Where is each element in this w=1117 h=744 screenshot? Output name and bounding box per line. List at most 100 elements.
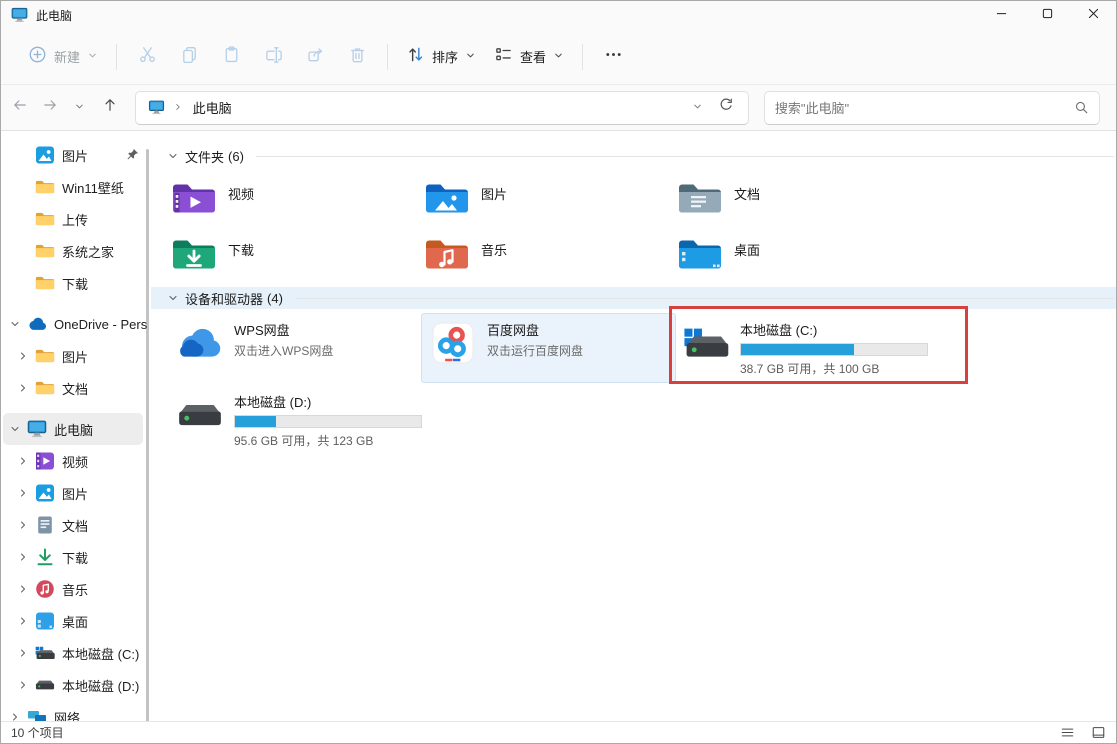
chevron-right-icon[interactable] [17,350,35,362]
chevron-down-icon[interactable] [9,318,27,330]
folder-tile-下载[interactable]: 下载 [169,231,422,277]
rename-button[interactable] [252,39,294,75]
chevron-right-icon[interactable] [17,615,35,627]
this-pc-icon [148,100,165,115]
chevron-right-icon[interactable] [9,711,27,721]
sidebar-item-本地磁盘 (C:)[interactable]: 本地磁盘 (C:) [1,637,151,669]
share-button[interactable] [294,39,336,75]
folder-tile-音乐[interactable]: 音乐 [422,231,675,277]
large-icons-view-button[interactable] [1091,725,1106,740]
sidebar-item-系统之家[interactable]: 系统之家 [1,235,151,267]
this-pc-icon [11,7,28,23]
folder-tile-桌面[interactable]: 桌面 [675,231,928,277]
sidebar-item-label: 文档 [62,379,88,398]
device-tile-本地磁盘 (C:)[interactable]: 本地磁盘 (C:)38.7 GB 可用，共 100 GB [675,314,928,382]
folder-icon [35,241,55,261]
plus-circle-icon [28,45,47,69]
sidebar-item-上传[interactable]: 上传 [1,203,151,235]
sidebar-item-图片[interactable]: 图片 [1,340,151,372]
maximize-button[interactable] [1024,1,1070,29]
chevron-down-icon [553,48,564,66]
chevron-right-icon[interactable] [17,551,35,563]
sidebar-item-label: 本地磁盘 (D:) [62,676,139,695]
refresh-button[interactable] [712,92,740,124]
chevron-right-icon[interactable] [17,647,35,659]
sidebar-item-下载[interactable]: 下载 [1,267,151,299]
sidebar-item-label: Win11壁纸 [62,178,124,197]
video-folder-icon [171,179,217,218]
address-dropdown-button[interactable] [684,92,712,124]
folder-icon [35,346,55,366]
forward-button[interactable] [35,92,65,124]
chevron-right-icon[interactable] [17,455,35,467]
chevron-right-icon[interactable] [17,583,35,595]
section-header-文件夹[interactable]: 文件夹(6) [151,145,1116,167]
sidebar-item-图片[interactable]: 图片 [1,139,151,171]
device-tile-WPS网盘[interactable]: WPS网盘双击进入WPS网盘 [169,314,422,382]
sidebar-item-label: 下载 [62,548,88,567]
cut-button[interactable] [126,39,168,75]
chevron-right-icon[interactable] [17,679,35,691]
device-tile-info: WPS网盘双击进入WPS网盘 [234,319,333,359]
sidebar-item-下载[interactable]: 下载 [1,541,151,573]
sidebar-item-音乐[interactable]: 音乐 [1,573,151,605]
sidebar-item-视频[interactable]: 视频 [1,445,151,477]
chevron-down-icon[interactable] [167,292,179,304]
device-subtitle: 双击运行百度网盘 [487,342,583,359]
sidebar-item-网络[interactable]: 网络 [1,701,151,721]
pin-icon [126,148,139,161]
close-icon [1088,6,1099,24]
sidebar-item-Win11壁纸[interactable]: Win11壁纸 [1,171,151,203]
sidebar: 图片Win11壁纸上传系统之家下载OneDrive - Pers图片文档此电脑视… [1,131,151,721]
sidebar-item-图片[interactable]: 图片 [1,477,151,509]
sidebar-item-此电脑[interactable]: 此电脑 [3,413,143,445]
sidebar-item-文档[interactable]: 文档 [1,509,151,541]
paste-button[interactable] [210,39,252,75]
chevron-right-icon[interactable] [17,382,35,394]
sidebar-item-label: 网络 [54,708,80,722]
delete-button[interactable] [336,39,378,75]
recent-locations-button[interactable] [65,92,95,124]
tile-label: 图片 [481,184,507,203]
see-more-button[interactable] [592,39,634,75]
folder-tile-图片[interactable]: 图片 [422,175,675,221]
device-tile-百度网盘[interactable]: 百度网盘双击运行百度网盘 [422,314,675,382]
minimize-icon [996,6,1007,24]
section-header-设备和驱动器[interactable]: 设备和驱动器(4) [151,287,1116,309]
chevron-down-icon[interactable] [167,150,179,162]
minimize-button[interactable] [978,1,1024,29]
sort-button-label: 排序 [432,47,458,66]
folder-icon [35,378,55,398]
new-button[interactable]: 新建 [19,38,107,76]
view-button[interactable]: 查看 [485,38,573,76]
breadcrumb[interactable]: 此电脑 [187,95,238,120]
sidebar-item-文档[interactable]: 文档 [1,372,151,404]
address-bar[interactable]: 此电脑 [135,91,749,125]
details-view-button[interactable] [1060,725,1075,740]
network-icon [27,707,47,721]
chevron-down-icon[interactable] [9,423,27,435]
up-arrow-icon [102,97,118,118]
copy-button[interactable] [168,39,210,75]
folder-tile-视频[interactable]: 视频 [169,175,422,221]
chevron-right-icon[interactable] [17,519,35,531]
titlebar: 此电脑 [1,1,1116,29]
search-placeholder: 搜索"此电脑" [775,98,849,117]
sidebar-item-桌面[interactable]: 桌面 [1,605,151,637]
back-button[interactable] [5,92,35,124]
folder-tile-文档[interactable]: 文档 [675,175,928,221]
maximize-icon [1042,6,1053,24]
device-name: 本地磁盘 (D:) [234,392,412,411]
wps-icon [177,322,223,364]
chevron-right-icon[interactable] [17,487,35,499]
sort-button[interactable]: 排序 [397,38,485,76]
clipboard-icon [222,45,241,69]
sort-icon [406,45,425,69]
close-button[interactable] [1070,1,1116,29]
sidebar-item-本地磁盘 (D:)[interactable]: 本地磁盘 (D:) [1,669,151,701]
search-input[interactable]: 搜索"此电脑" [764,91,1100,125]
sidebar-item-OneDrive - Pers[interactable]: OneDrive - Pers [1,308,151,340]
sidebar-item-label: 图片 [62,484,88,503]
device-tile-本地磁盘 (D:)[interactable]: 本地磁盘 (D:)95.6 GB 可用，共 123 GB [169,386,422,454]
up-button[interactable] [95,92,125,124]
